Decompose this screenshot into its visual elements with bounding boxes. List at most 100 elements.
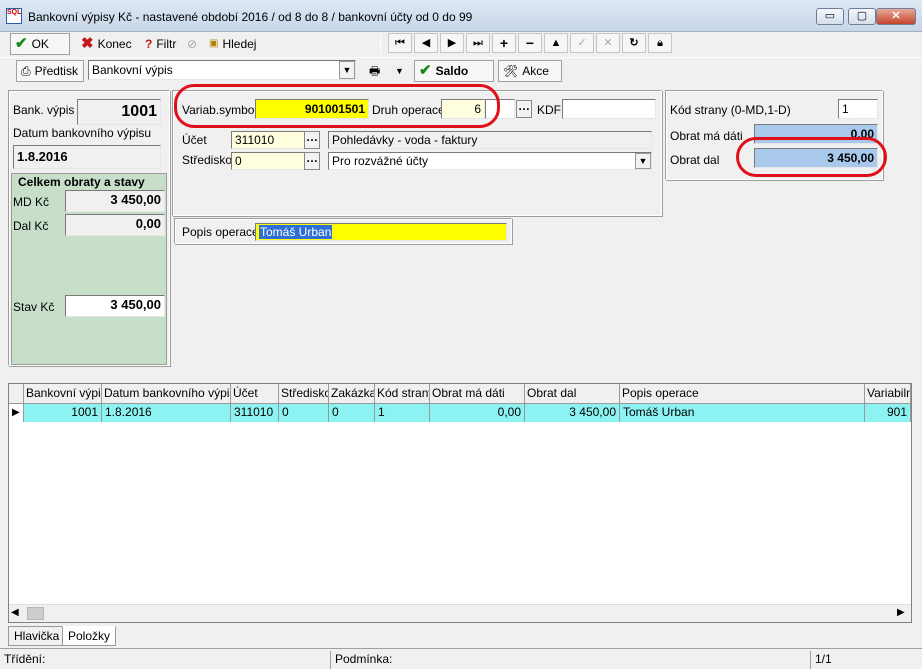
table-cell[interactable]: 0 bbox=[279, 404, 329, 422]
annotation-highlight-obrat-dal bbox=[736, 137, 887, 177]
left-panel: Bank. výpis 1001 Datum bankovního výpisu… bbox=[8, 90, 170, 366]
col-header[interactable]: Obrat má dáti bbox=[430, 384, 525, 404]
ucet-description: Pohledávky - voda - faktury bbox=[328, 131, 652, 149]
next-record-button[interactable]: ▶ bbox=[440, 33, 464, 53]
chevron-down-icon: ▼ bbox=[395, 66, 404, 76]
report-select-dropdown[interactable]: ▼ bbox=[339, 61, 355, 79]
obrat-md-label: Obrat má dáti bbox=[670, 129, 743, 143]
col-header[interactable]: Bankovní výpis bbox=[24, 384, 102, 404]
ok-button[interactable]: ✔ OK bbox=[10, 33, 70, 55]
ellipsis-icon: … bbox=[518, 99, 530, 113]
print-options-dropdown[interactable]: ▼ bbox=[390, 60, 404, 82]
horizontal-scrollbar[interactable]: ◀ ▶ bbox=[9, 604, 911, 622]
datum-field[interactable]: 1.8.2016 bbox=[13, 145, 161, 169]
ucet-picker-button[interactable]: … bbox=[304, 131, 320, 149]
printer-icon: 🖶︎ bbox=[369, 64, 381, 78]
delete-record-button[interactable]: − bbox=[518, 33, 542, 53]
hledej-button[interactable]: ▣ Hledej bbox=[204, 33, 260, 55]
col-header[interactable]: Datum bankovního výpisu bbox=[102, 384, 231, 404]
close-window-button[interactable]: ✕ bbox=[876, 8, 916, 25]
table-cell[interactable]: 3 450,00 bbox=[525, 404, 620, 422]
table-cell[interactable]: 0 bbox=[329, 404, 375, 422]
table-cell[interactable]: 1001 bbox=[24, 404, 102, 422]
druh-picker-button[interactable]: … bbox=[516, 100, 532, 118]
scrollbar-thumb[interactable] bbox=[27, 607, 44, 620]
col-header[interactable]: Účet bbox=[231, 384, 279, 404]
col-header[interactable]: Středisko bbox=[279, 384, 329, 404]
chevron-down-icon: ▼ bbox=[342, 65, 352, 75]
confirm-record-button[interactable]: ✓ bbox=[570, 33, 594, 53]
ucet-field[interactable]: 311010 bbox=[231, 131, 305, 149]
stredisko-picker-button[interactable]: … bbox=[304, 152, 320, 170]
table-cell[interactable]: 311010 bbox=[231, 404, 279, 422]
md-label: MD Kč bbox=[13, 195, 49, 209]
filter-icon: ? bbox=[145, 37, 153, 51]
table-cell[interactable]: 0,00 bbox=[430, 404, 525, 422]
bank-vypis-label: Bank. výpis bbox=[13, 103, 75, 117]
check-disabled-icon: ✓ bbox=[577, 37, 587, 49]
minimize-button[interactable]: ▭ bbox=[816, 8, 844, 25]
obrat-dal-label: Obrat dal bbox=[670, 153, 720, 167]
edit-record-button[interactable]: ▲ bbox=[544, 33, 568, 53]
first-record-button[interactable]: ⏮ bbox=[388, 33, 412, 53]
md-field[interactable]: 3 450,00 bbox=[65, 190, 165, 212]
last-record-button[interactable]: ⏭ bbox=[466, 33, 490, 53]
prev-record-button[interactable]: ◀ bbox=[414, 33, 438, 53]
main-toolbar: ✔ OK ✖ Konec ? Filtr ⊘ ▣ Hledej ⏮ ◀ ▶ ⏭ + − … bbox=[0, 32, 922, 56]
col-header[interactable]: Popis operace bbox=[620, 384, 865, 404]
ellipsis-icon: … bbox=[306, 151, 318, 165]
col-header[interactable]: Obrat dal bbox=[525, 384, 620, 404]
akce-button[interactable]: 🛠︎ Akce bbox=[498, 60, 562, 82]
tab-polozky[interactable]: Položky bbox=[62, 626, 117, 646]
refresh-button[interactable]: ↻ bbox=[622, 33, 646, 53]
report-select[interactable]: Bankovní výpis bbox=[88, 60, 356, 80]
lock-button[interactable]: 🔒︎ bbox=[648, 33, 672, 53]
row-indicator-header bbox=[9, 384, 24, 404]
bank-vypis-field[interactable]: 1001 bbox=[77, 99, 161, 125]
popis-field[interactable]: Tomáš Urban bbox=[255, 223, 507, 241]
items-grid[interactable]: Bankovní výpis Datum bankovního výpisu Ú… bbox=[8, 383, 912, 623]
annotation-highlight-variab bbox=[174, 84, 500, 128]
filtr-label: Filtr bbox=[156, 37, 177, 51]
cancel-record-button[interactable]: ✕ bbox=[596, 33, 620, 53]
search-icon: ▣ bbox=[209, 38, 219, 49]
dal-label: Dal Kč bbox=[13, 219, 49, 233]
clear-filter-button[interactable]: ⊘ bbox=[182, 33, 202, 55]
cancel-disabled-icon: ✕ bbox=[603, 37, 613, 49]
clear-filter-icon: ⊘ bbox=[187, 37, 198, 51]
close-icon: ✖ bbox=[81, 35, 94, 52]
dal-field[interactable]: 0,00 bbox=[65, 214, 165, 236]
predtisk-button[interactable]: ⎙ Předtisk bbox=[16, 60, 84, 82]
first-icon: ⏮ bbox=[395, 37, 405, 49]
tools-icon: 🛠︎ bbox=[503, 64, 519, 78]
col-header[interactable]: Variabilní bbox=[865, 384, 911, 404]
kod-strany-field[interactable]: 1 bbox=[838, 99, 878, 119]
stredisko-dropdown[interactable]: ▼ bbox=[635, 153, 651, 169]
konec-button[interactable]: ✖ Konec bbox=[76, 33, 138, 55]
maximize-button[interactable]: ▢ bbox=[848, 8, 876, 25]
col-header[interactable]: Zakázka bbox=[329, 384, 375, 404]
table-cell[interactable]: Tomáš Urban bbox=[620, 404, 865, 422]
print-button[interactable]: 🖶︎ bbox=[364, 60, 384, 82]
saldo-button[interactable]: ✔ Saldo bbox=[414, 60, 494, 82]
col-header[interactable]: Kód strany bbox=[375, 384, 430, 404]
stredisko-select[interactable]: Pro rozvážné účty bbox=[328, 152, 652, 170]
ucet-label: Účet bbox=[182, 133, 207, 147]
scroll-left-icon[interactable]: ◀ bbox=[11, 607, 19, 618]
row-indicator[interactable]: ▶ bbox=[9, 404, 24, 422]
scroll-right-icon[interactable]: ▶ bbox=[897, 607, 905, 618]
filtr-button[interactable]: ? Filtr bbox=[140, 33, 182, 55]
kdf-field[interactable] bbox=[562, 99, 656, 119]
stav-field[interactable]: 3 450,00 bbox=[65, 295, 165, 317]
datum-label: Datum bankovního výpisu bbox=[13, 126, 152, 140]
stredisko-field[interactable]: 0 bbox=[231, 152, 305, 170]
table-cell[interactable]: 1.8.2016 bbox=[102, 404, 231, 422]
table-cell[interactable]: 1 bbox=[375, 404, 430, 422]
title-bar[interactable]: SQL Bankovní výpisy Kč - nastavené obdob… bbox=[0, 0, 922, 32]
triangle-up-icon: ▲ bbox=[550, 37, 562, 49]
add-record-button[interactable]: + bbox=[492, 33, 516, 53]
tab-hlavicka[interactable]: Hlavička bbox=[8, 626, 66, 646]
toolbar-separator bbox=[380, 34, 381, 54]
stredisko-label: Středisko bbox=[182, 153, 233, 167]
table-cell[interactable]: 901 bbox=[865, 404, 911, 422]
